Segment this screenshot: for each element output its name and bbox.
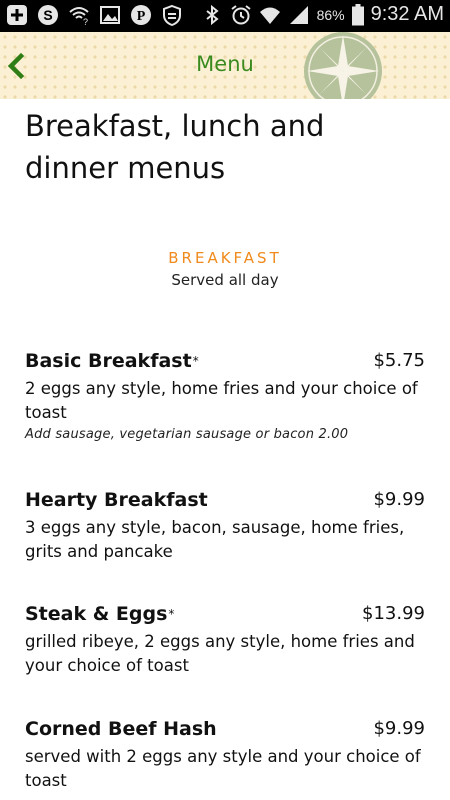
svg-text:S: S — [43, 7, 52, 23]
menu-item-description: grilled ribeye, 2 eggs any style, home f… — [25, 632, 415, 675]
menu-item-price: $9.99 — [373, 718, 425, 739]
status-bar-notifications: S ? P — [6, 4, 183, 26]
add-icon — [7, 5, 27, 25]
menu-item-name: Basic Breakfast* — [25, 350, 199, 372]
status-bar: S ? P 86% 9:32 AM — [0, 0, 450, 32]
menu-item-description: served with 2 eggs any style and your ch… — [25, 747, 421, 790]
app-header: Menu — [0, 32, 450, 99]
image-icon — [100, 6, 120, 24]
alarm-icon — [230, 4, 251, 24]
shield-icon — [163, 4, 181, 26]
pinterest-icon: P — [131, 5, 151, 25]
battery-percent: 86% — [316, 6, 345, 23]
battery-icon — [351, 3, 364, 25]
section-subheading: Served all day — [171, 271, 279, 289]
menu-item: Basic Breakfast* $5.75 2 eggs any style,… — [25, 349, 425, 442]
compass-logo — [304, 32, 382, 99]
menu-item-price: $5.75 — [373, 350, 425, 371]
status-bar-system: 86% 9:32 AM — [201, 3, 444, 26]
menu-item-note: Add sausage, vegetarian sausage or bacon… — [25, 427, 349, 442]
menu-item-price: $9.99 — [373, 489, 425, 510]
menu-item-marker: * — [192, 354, 199, 368]
menu-item: Steak & Eggs* $13.99 grilled ribeye, 2 e… — [25, 602, 425, 678]
signal-icon — [289, 5, 308, 24]
wifi-icon — [259, 7, 280, 24]
menu-item-marker: * — [168, 607, 175, 621]
bluetooth-icon — [205, 4, 219, 25]
wifi-question-icon: ? — [69, 7, 89, 26]
menu-content: Breakfast, lunch and dinner menus BREAKF… — [0, 99, 450, 800]
menu-item-description: 2 eggs any style, home fries and your ch… — [25, 379, 418, 422]
menu-item-name: Corned Beef Hash — [25, 718, 217, 740]
menu-item-price: $13.99 — [362, 603, 425, 624]
svg-text:P: P — [137, 9, 146, 24]
svg-text:?: ? — [83, 17, 88, 26]
page-title: Breakfast, lunch and dinner menus — [25, 109, 325, 185]
menu-item: Hearty Breakfast $9.99 3 eggs any style,… — [25, 488, 425, 564]
skype-icon: S — [38, 5, 58, 25]
section-heading: BREAKFAST — [168, 249, 282, 267]
menu-item-name: Hearty Breakfast — [25, 489, 208, 511]
clock: 9:32 AM — [370, 3, 444, 25]
menu-item-description: 3 eggs any style, bacon, sausage, home f… — [25, 518, 405, 561]
menu-item: Corned Beef Hash $9.99 served with 2 egg… — [25, 717, 425, 793]
